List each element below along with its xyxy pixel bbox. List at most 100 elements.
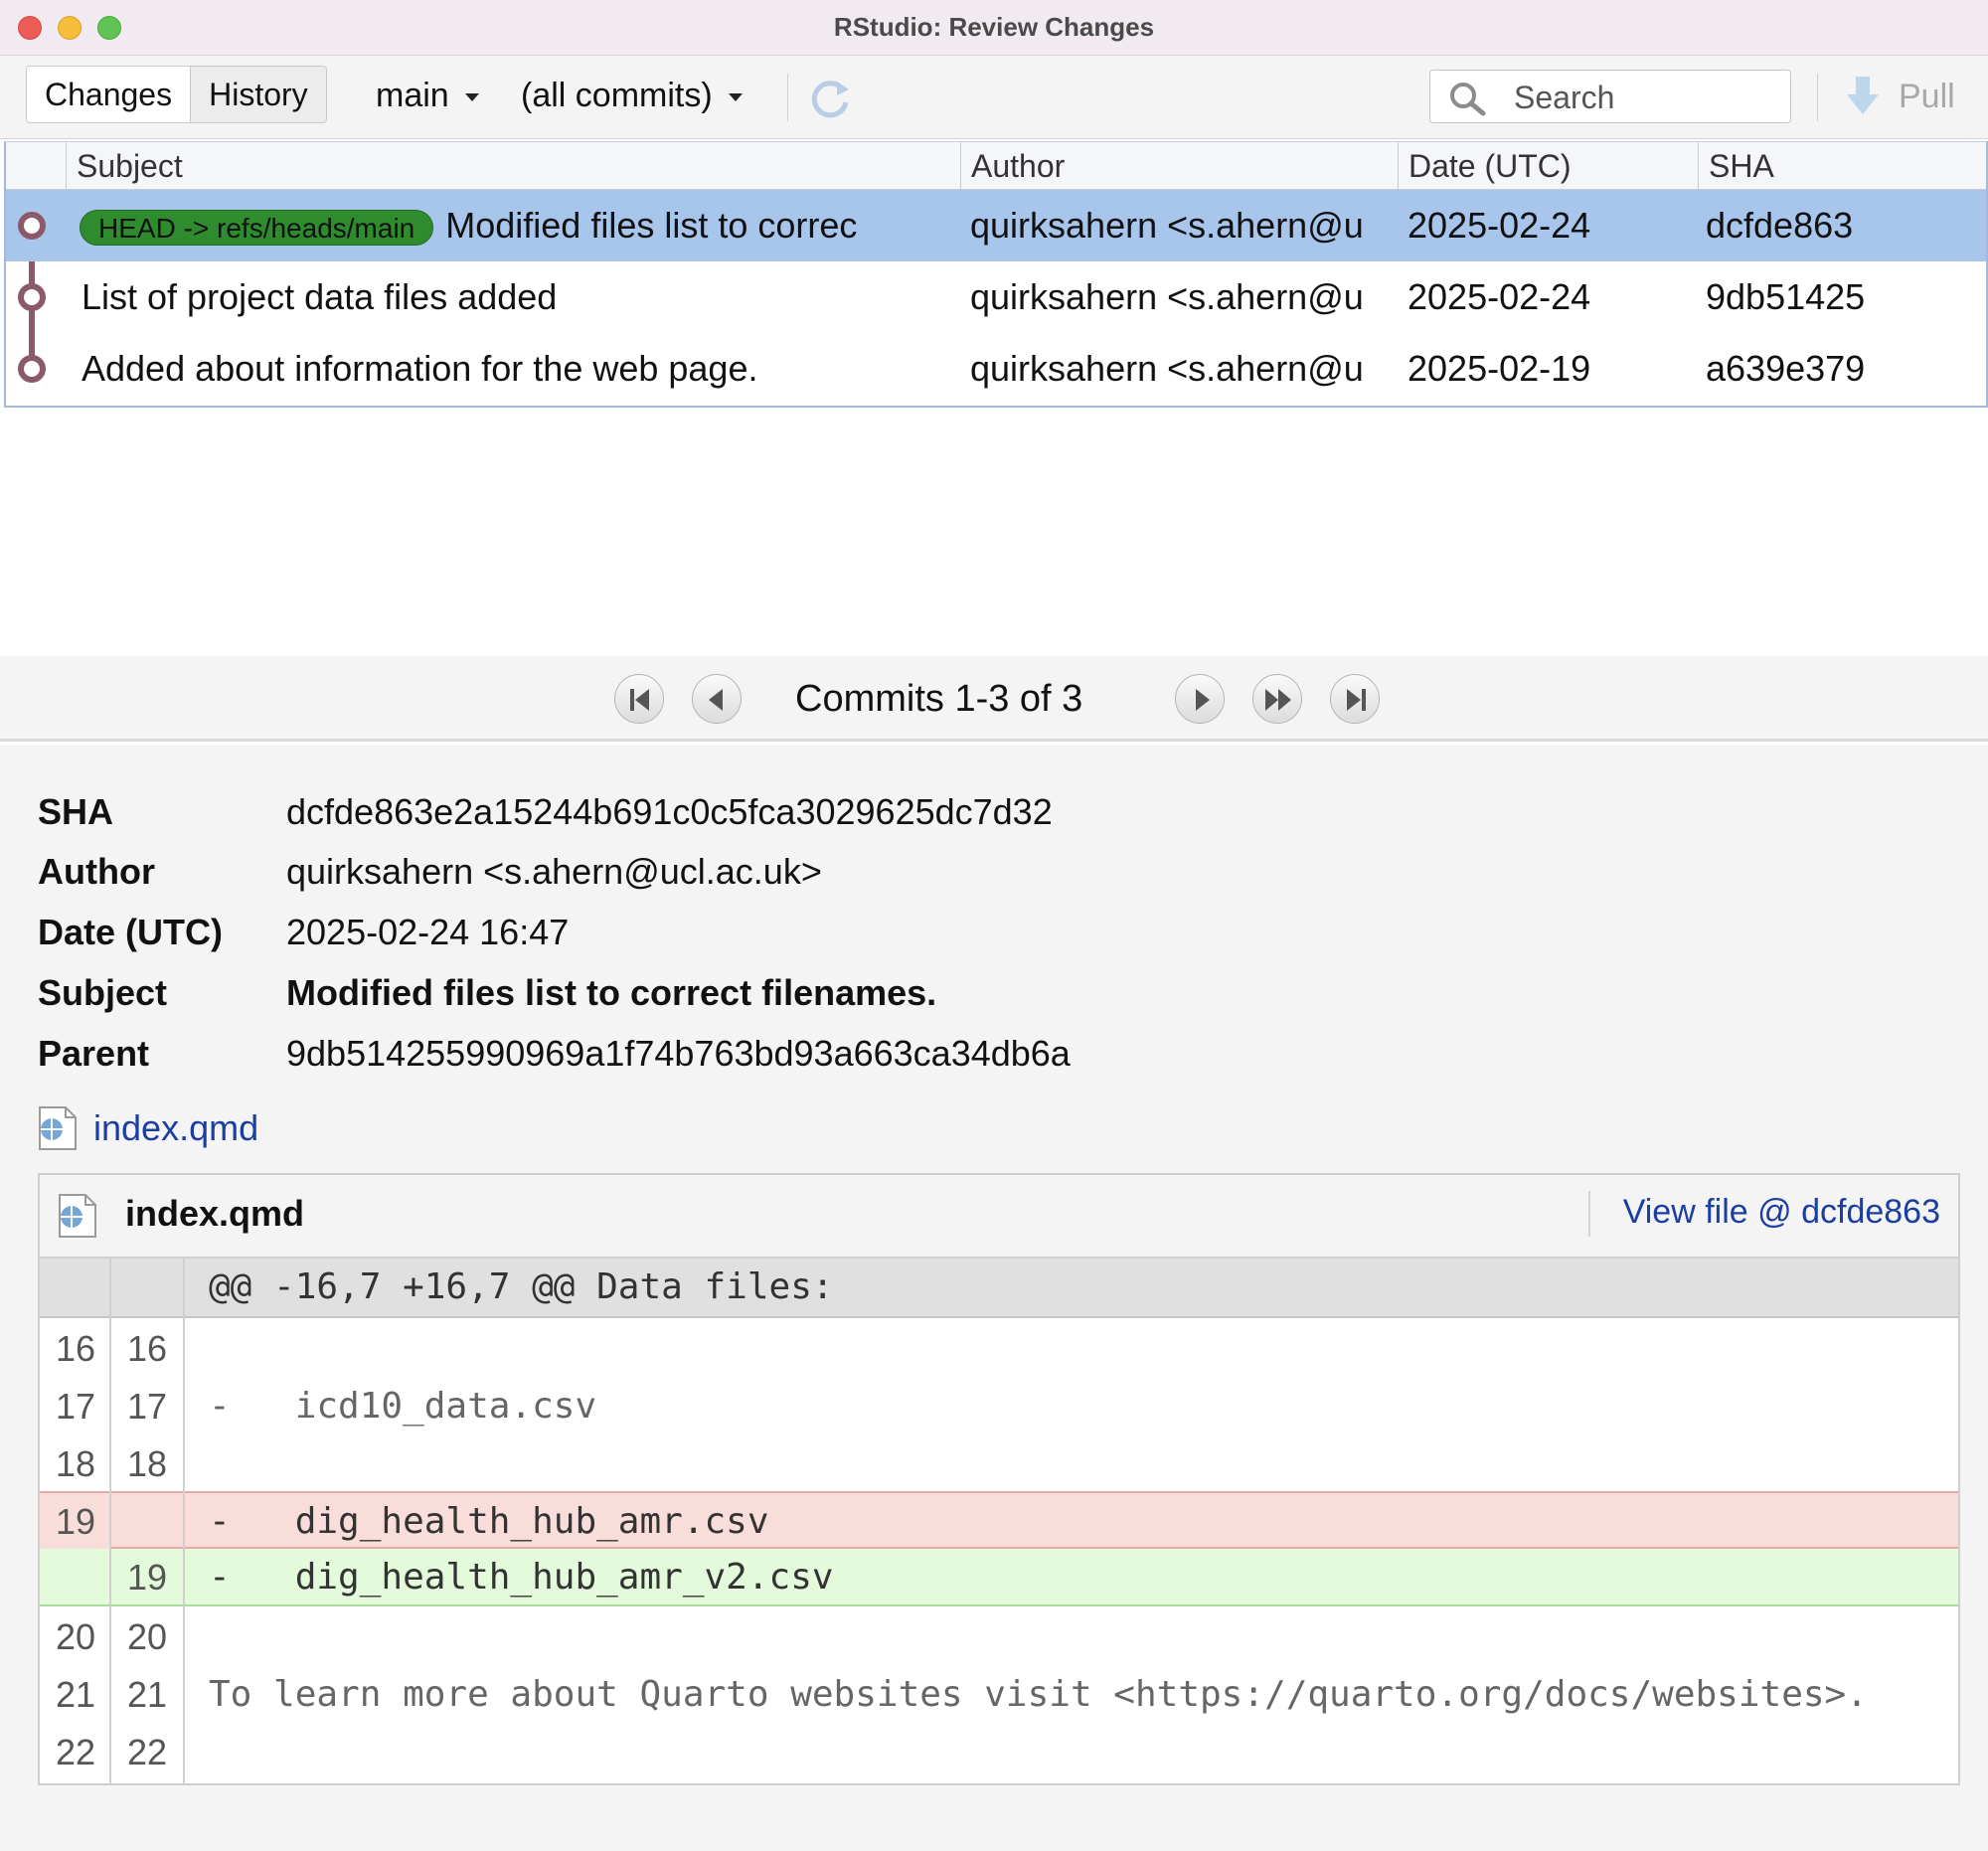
refresh-icon[interactable] xyxy=(807,76,853,121)
branch-dropdown[interactable]: main xyxy=(376,74,479,117)
commit-filter-dropdown[interactable]: (all commits) xyxy=(521,74,743,117)
old-line-number: 17 xyxy=(55,1386,96,1427)
detail-subject-value: Modified files list to correct filenames… xyxy=(286,972,937,1013)
old-line-number: 18 xyxy=(55,1443,96,1484)
pull-arrow-icon xyxy=(1847,77,1879,114)
table-row[interactable]: HEAD -> refs/heads/main Modified files li… xyxy=(6,190,1986,261)
fast-forward-icon xyxy=(1265,689,1291,711)
diff-line: 21 21 To learn more about Quarto website… xyxy=(40,1666,1958,1724)
detail-label: Date (UTC) xyxy=(38,912,223,952)
column-date[interactable]: Date (UTC) xyxy=(1398,142,1698,190)
commit-author: quirksahern <s.ahern@u xyxy=(970,276,1364,317)
view-file-link[interactable]: View file @ dcfde863 xyxy=(1623,1193,1940,1232)
commit-node-icon xyxy=(18,355,46,383)
commit-subject: List of project data files added xyxy=(82,276,558,317)
diff-line-text: To learn more about Quarto websites visi… xyxy=(209,1674,1868,1715)
qmd-file-icon xyxy=(38,1105,78,1151)
diff-line: 18 18 xyxy=(40,1435,1958,1493)
subject-text: Modified files list to correc xyxy=(445,205,858,246)
table-row[interactable]: List of project data files added quirksa… xyxy=(6,261,1986,333)
detail-date-value: 2025-02-24 16:47 xyxy=(286,912,570,952)
pager: Commits 1-3 of 3 xyxy=(0,656,1988,742)
detail-label: SHA xyxy=(38,791,114,832)
new-line-number: 19 xyxy=(126,1557,168,1598)
changed-file-item[interactable]: index.qmd xyxy=(38,1103,258,1153)
detail-author-value: quirksahern <s.ahern@ucl.ac.uk> xyxy=(286,851,822,892)
tab-changes[interactable]: Changes xyxy=(27,67,192,122)
diff-header: index.qmd View file @ dcfde863 xyxy=(40,1175,1958,1259)
old-line-number: 21 xyxy=(55,1674,96,1715)
commit-author: quirksahern <s.ahern@u xyxy=(970,348,1364,389)
diff-line-text: - dig_health_hub_amr.csv xyxy=(209,1501,769,1542)
search-box[interactable] xyxy=(1429,70,1791,123)
commit-date: 2025-02-24 xyxy=(1408,276,1591,317)
diff-line: 20 20 xyxy=(40,1608,1958,1666)
fast-forward-button[interactable] xyxy=(1252,674,1302,724)
detail-label: Parent xyxy=(38,1033,150,1074)
diff-panel: index.qmd View file @ dcfde863 @@ -16,7 … xyxy=(38,1173,1960,1785)
first-page-icon xyxy=(630,689,649,711)
commit-node-icon xyxy=(18,283,46,311)
column-subject[interactable]: Subject xyxy=(66,142,960,190)
new-line-number: 20 xyxy=(126,1616,168,1657)
toolbar-divider xyxy=(1817,74,1818,121)
commit-table: Subject Author Date (UTC) SHA HEAD -> re… xyxy=(4,141,1988,408)
pager-label: Commits 1-3 of 3 xyxy=(795,678,1083,720)
new-line-number: 17 xyxy=(126,1386,168,1427)
window-title: RStudio: Review Changes xyxy=(833,12,1155,42)
hunk-header-text: @@ -16,7 +16,7 @@ Data files: xyxy=(209,1266,834,1307)
search-icon xyxy=(1450,83,1486,116)
commit-sha: dcfde863 xyxy=(1706,205,1854,246)
commit-subject: HEAD -> refs/heads/main Modified files li… xyxy=(80,190,956,261)
chevron-down-icon xyxy=(464,93,479,102)
changed-file-link[interactable]: index.qmd xyxy=(93,1107,258,1149)
diff-line: 17 17 - icd10_data.csv xyxy=(40,1378,1958,1435)
new-line-number: 16 xyxy=(126,1328,168,1369)
next-page-button[interactable] xyxy=(1175,674,1225,724)
first-page-button[interactable] xyxy=(614,674,664,724)
commit-subject: Added about information for the web page… xyxy=(82,348,758,389)
view-tabs: Changes History xyxy=(26,66,327,123)
qmd-file-icon xyxy=(58,1193,97,1239)
prev-page-icon xyxy=(709,689,723,711)
toolbar-divider xyxy=(787,74,788,121)
toolbar: Changes History main (all commits) Pull xyxy=(0,56,1988,139)
branch-label: main xyxy=(376,77,449,114)
prev-page-button[interactable] xyxy=(692,674,742,724)
detail-label: Subject xyxy=(38,972,168,1013)
commit-node-icon xyxy=(18,212,46,240)
new-line-number: 21 xyxy=(126,1674,168,1715)
next-page-icon xyxy=(1196,689,1210,711)
diff-filename: index.qmd xyxy=(125,1193,305,1234)
new-line-number: 18 xyxy=(126,1443,168,1484)
detail-sha-value: dcfde863e2a15244b691c0c5fca3029625dc7d32 xyxy=(286,791,1053,832)
detail-label: Author xyxy=(38,851,155,892)
diff-line: 16 16 xyxy=(40,1320,1958,1378)
commit-sha: 9db51425 xyxy=(1706,276,1866,317)
last-page-button[interactable] xyxy=(1330,674,1380,724)
commit-date: 2025-02-19 xyxy=(1408,348,1591,389)
old-line-number: 22 xyxy=(55,1732,96,1772)
table-header: Subject Author Date (UTC) SHA xyxy=(6,142,1986,190)
search-input[interactable] xyxy=(1514,79,1772,116)
diff-line-deleted: 19 - dig_health_hub_amr.csv xyxy=(40,1491,1958,1551)
chevron-down-icon xyxy=(728,93,743,102)
table-row[interactable]: Added about information for the web page… xyxy=(6,333,1986,405)
column-author[interactable]: Author xyxy=(960,142,1398,190)
pull-button[interactable]: Pull xyxy=(1845,72,1955,121)
last-page-icon xyxy=(1347,689,1366,711)
tab-history[interactable]: History xyxy=(191,67,326,122)
diff-line-text: - dig_health_hub_amr_v2.csv xyxy=(209,1557,834,1598)
column-sha[interactable]: SHA xyxy=(1698,142,1986,190)
detail-parent-value[interactable]: 9db514255990969a1f74b763bd93a663ca34db6a xyxy=(286,1031,1071,1077)
gutter-divider xyxy=(183,1259,185,1783)
diff-line-added: 19 - dig_health_hub_amr_v2.csv xyxy=(40,1549,1958,1606)
commit-author: quirksahern <s.ahern@u xyxy=(970,205,1364,246)
header-divider xyxy=(1588,1191,1590,1237)
ref-badge: HEAD -> refs/heads/main xyxy=(80,210,434,247)
hunk-header: @@ -16,7 +16,7 @@ Data files: xyxy=(40,1259,1958,1318)
commit-filter-label: (all commits) xyxy=(521,77,713,114)
commit-list-empty-area xyxy=(0,408,1988,656)
diff-line-text: - icd10_data.csv xyxy=(209,1386,597,1427)
title-bar: RStudio: Review Changes xyxy=(0,0,1988,56)
